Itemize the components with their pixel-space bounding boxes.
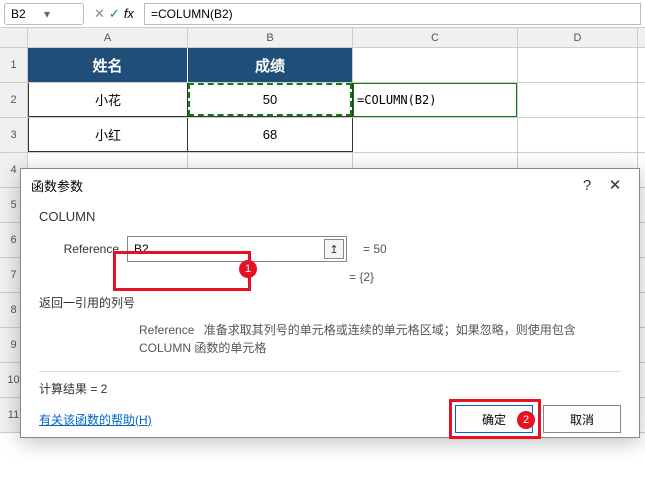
- col-header-D[interactable]: D: [518, 28, 638, 47]
- select-all-corner[interactable]: [0, 28, 28, 47]
- cell-C1[interactable]: [353, 48, 518, 82]
- column-headers: A B C D: [0, 28, 645, 48]
- row-header-3[interactable]: 3: [0, 118, 28, 152]
- argument-desc-label: Reference: [139, 321, 194, 339]
- argument-description: Reference 准备求取其列号的单元格或连续的单元格区域；如果忽略，则使用包…: [139, 321, 621, 357]
- reference-input[interactable]: [127, 236, 347, 262]
- formula-bar-text: =COLUMN(B2): [151, 7, 233, 21]
- cell-B2-value: 50: [263, 92, 277, 107]
- function-arguments-dialog: 函数参数 ? ✕ COLUMN Reference ↥ = 50 1 = {2}…: [20, 168, 640, 438]
- cell-B3[interactable]: 68: [188, 118, 353, 152]
- dialog-body: COLUMN Reference ↥ = 50 1 = {2} 返回一引用的列号…: [21, 201, 639, 433]
- cell-D2[interactable]: [518, 83, 638, 117]
- reference-label: Reference: [39, 242, 119, 256]
- help-icon[interactable]: ?: [573, 177, 601, 194]
- dialog-titlebar[interactable]: 函数参数 ? ✕: [21, 169, 639, 201]
- calc-result: 计算结果 = 2: [39, 380, 621, 397]
- cell-C3[interactable]: [353, 118, 518, 152]
- cell-B2[interactable]: 50: [188, 83, 353, 117]
- function-help-link[interactable]: 有关该函数的帮助(H): [39, 411, 152, 428]
- evaluated-value: = 50: [363, 242, 387, 256]
- fx-controls: ✕ ✓ fx: [90, 6, 138, 22]
- dialog-bottom-row: 有关该函数的帮助(H) 确定 2 取消: [39, 405, 621, 433]
- argument-desc-text: 准备求取其列号的单元格或连续的单元格区域；如果忽略，则使用包含 COLUMN 函…: [139, 323, 576, 355]
- annotation-badge-1: 1: [239, 260, 257, 278]
- name-box[interactable]: B2 ▾: [4, 3, 84, 25]
- col-header-C[interactable]: C: [353, 28, 518, 47]
- chevron-down-icon[interactable]: ▾: [44, 7, 77, 21]
- function-name: COLUMN: [39, 209, 621, 224]
- result-array: = {2}: [349, 270, 621, 284]
- col-header-A[interactable]: A: [28, 28, 188, 47]
- cell-C2[interactable]: =COLUMN(B2): [353, 83, 518, 117]
- reference-row: Reference ↥ = 50: [39, 236, 621, 262]
- formula-toolbar: B2 ▾ ✕ ✓ fx =COLUMN(B2): [0, 0, 645, 28]
- divider: [39, 371, 621, 372]
- annotation-badge-2: 2: [517, 411, 535, 429]
- cell-A1[interactable]: 姓名: [28, 48, 188, 82]
- name-box-value: B2: [11, 7, 44, 21]
- table-row: 1 姓名 成绩: [0, 48, 645, 83]
- cancel-button[interactable]: 取消: [543, 405, 621, 433]
- function-description: 返回一引用的列号: [39, 294, 621, 311]
- col-header-B[interactable]: B: [188, 28, 353, 47]
- formula-bar[interactable]: =COLUMN(B2): [144, 3, 641, 25]
- cell-B1[interactable]: 成绩: [188, 48, 353, 82]
- dialog-title: 函数参数: [31, 176, 573, 195]
- row-header-2[interactable]: 2: [0, 83, 28, 117]
- close-icon[interactable]: ✕: [601, 176, 629, 194]
- table-row: 3 小红 68: [0, 118, 645, 153]
- cell-A2[interactable]: 小花: [28, 83, 188, 117]
- editing-formula-text[interactable]: =COLUMN(B2): [353, 93, 517, 107]
- row-header-1[interactable]: 1: [0, 48, 28, 82]
- collapse-dialog-icon[interactable]: ↥: [324, 239, 344, 259]
- fx-icon[interactable]: fx: [124, 6, 134, 21]
- cell-D1[interactable]: [518, 48, 638, 82]
- cancel-formula-icon[interactable]: ✕: [94, 6, 105, 22]
- table-row: 2 小花 50 =COLUMN(B2): [0, 83, 645, 118]
- cell-A3[interactable]: 小红: [28, 118, 188, 152]
- accept-formula-icon[interactable]: ✓: [109, 6, 120, 22]
- cell-D3[interactable]: [518, 118, 638, 152]
